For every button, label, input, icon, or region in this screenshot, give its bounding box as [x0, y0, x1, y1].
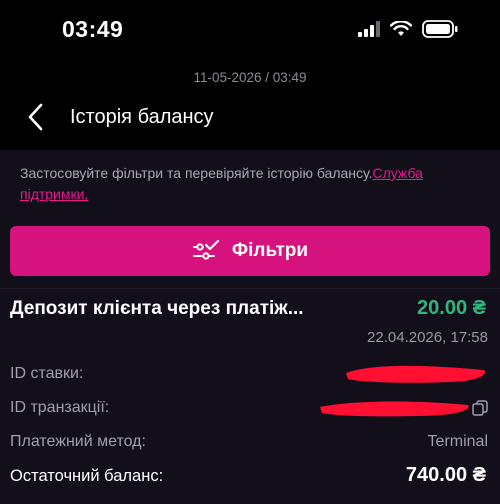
filters-button[interactable]: Фільтри	[10, 226, 490, 276]
header: 11-05-2026 / 03:49 Історія балансу	[0, 62, 500, 150]
wifi-icon	[390, 21, 412, 36]
payment-method-value: Terminal	[427, 433, 488, 450]
info-description: Застосовуйте фільтри та перевіряйте істо…	[20, 165, 373, 181]
bet-id-label: ID ставки:	[10, 365, 84, 382]
status-time: 03:49	[62, 16, 124, 42]
copy-transaction-id-button[interactable]	[472, 400, 488, 416]
transaction-date: 22.04.2026, 17:58	[367, 329, 488, 346]
header-date: 11-05-2026 / 03:49	[193, 70, 307, 85]
payment-method-label: Платежний метод:	[10, 433, 146, 450]
signal-icon	[358, 21, 380, 37]
page-title: Історія балансу	[70, 106, 214, 128]
copy-icon	[472, 400, 488, 416]
chevron-left-icon	[28, 103, 43, 131]
final-balance-value: 740.00 ₴	[405, 464, 486, 486]
back-button[interactable]	[22, 100, 52, 134]
transaction-amount: 20.00 ₴	[417, 297, 486, 319]
transaction-id-label: ID транзакції:	[10, 399, 110, 416]
transaction-id-redaction	[320, 401, 469, 417]
filter-icon	[192, 239, 220, 260]
transaction-title: Депозит клієнта через платіж...	[10, 298, 304, 319]
status-icons	[358, 20, 458, 38]
filters-button-label: Фільтри	[231, 240, 309, 261]
bet-id-redaction	[346, 365, 485, 383]
status-bar: 03:49	[0, 0, 500, 62]
final-balance-label: Остаточний баланс:	[10, 467, 164, 485]
divider	[0, 288, 500, 289]
battery-icon	[422, 20, 458, 38]
info-text: Застосовуйте фільтри та перевіряйте істо…	[20, 163, 480, 205]
